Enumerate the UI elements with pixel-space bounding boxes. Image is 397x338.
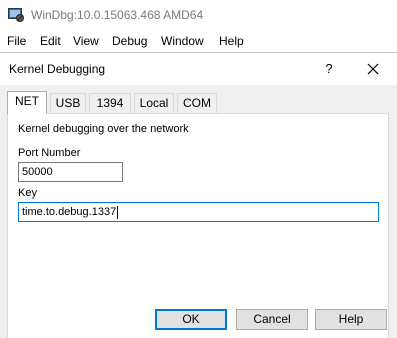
app-title: WinDbg:10.0.15063.468 AMD64 (31, 8, 204, 22)
help-button[interactable]: Help (315, 309, 387, 330)
text-caret (117, 205, 119, 219)
tab-net[interactable]: NET (7, 91, 47, 114)
ok-button[interactable]: OK (155, 309, 227, 330)
port-number-value: 50000 (22, 166, 53, 178)
tab-usb[interactable]: USB (50, 93, 86, 113)
tab-com[interactable]: COM (177, 93, 217, 113)
menu-debug[interactable]: Debug (112, 34, 147, 48)
menu-window[interactable]: Window (161, 34, 204, 48)
net-description: Kernel debugging over the network (18, 123, 189, 135)
app-titlebar: WinDbg:10.0.15063.468 AMD64 (0, 0, 397, 30)
port-number-label: Port Number (18, 147, 81, 159)
menu-file[interactable]: File (7, 34, 26, 48)
tab-1394[interactable]: 1394 (89, 93, 131, 113)
menu-bar: File Edit View Debug Window Help (0, 30, 397, 52)
close-icon[interactable] (360, 57, 386, 81)
menu-view[interactable]: View (73, 34, 99, 48)
key-field[interactable]: time.to.debug.1337 (18, 202, 379, 222)
key-label: Key (18, 187, 37, 199)
tab-local[interactable]: Local (134, 93, 174, 113)
kernel-debugging-dialog: Kernel Debugging ? NET USB 1394 Local CO… (0, 52, 397, 338)
net-tab-panel: Kernel debugging over the network Port N… (7, 113, 389, 338)
windbg-app-icon (8, 7, 25, 23)
key-value: time.to.debug.1337 (22, 206, 117, 218)
port-number-field[interactable]: 50000 (18, 162, 123, 182)
dialog-title: Kernel Debugging (9, 62, 106, 76)
menu-help[interactable]: Help (219, 34, 244, 48)
cancel-button[interactable]: Cancel (236, 309, 308, 330)
dialog-titlebar: Kernel Debugging ? (0, 53, 397, 85)
help-question-button[interactable]: ? (318, 57, 340, 81)
menu-edit[interactable]: Edit (40, 34, 61, 48)
